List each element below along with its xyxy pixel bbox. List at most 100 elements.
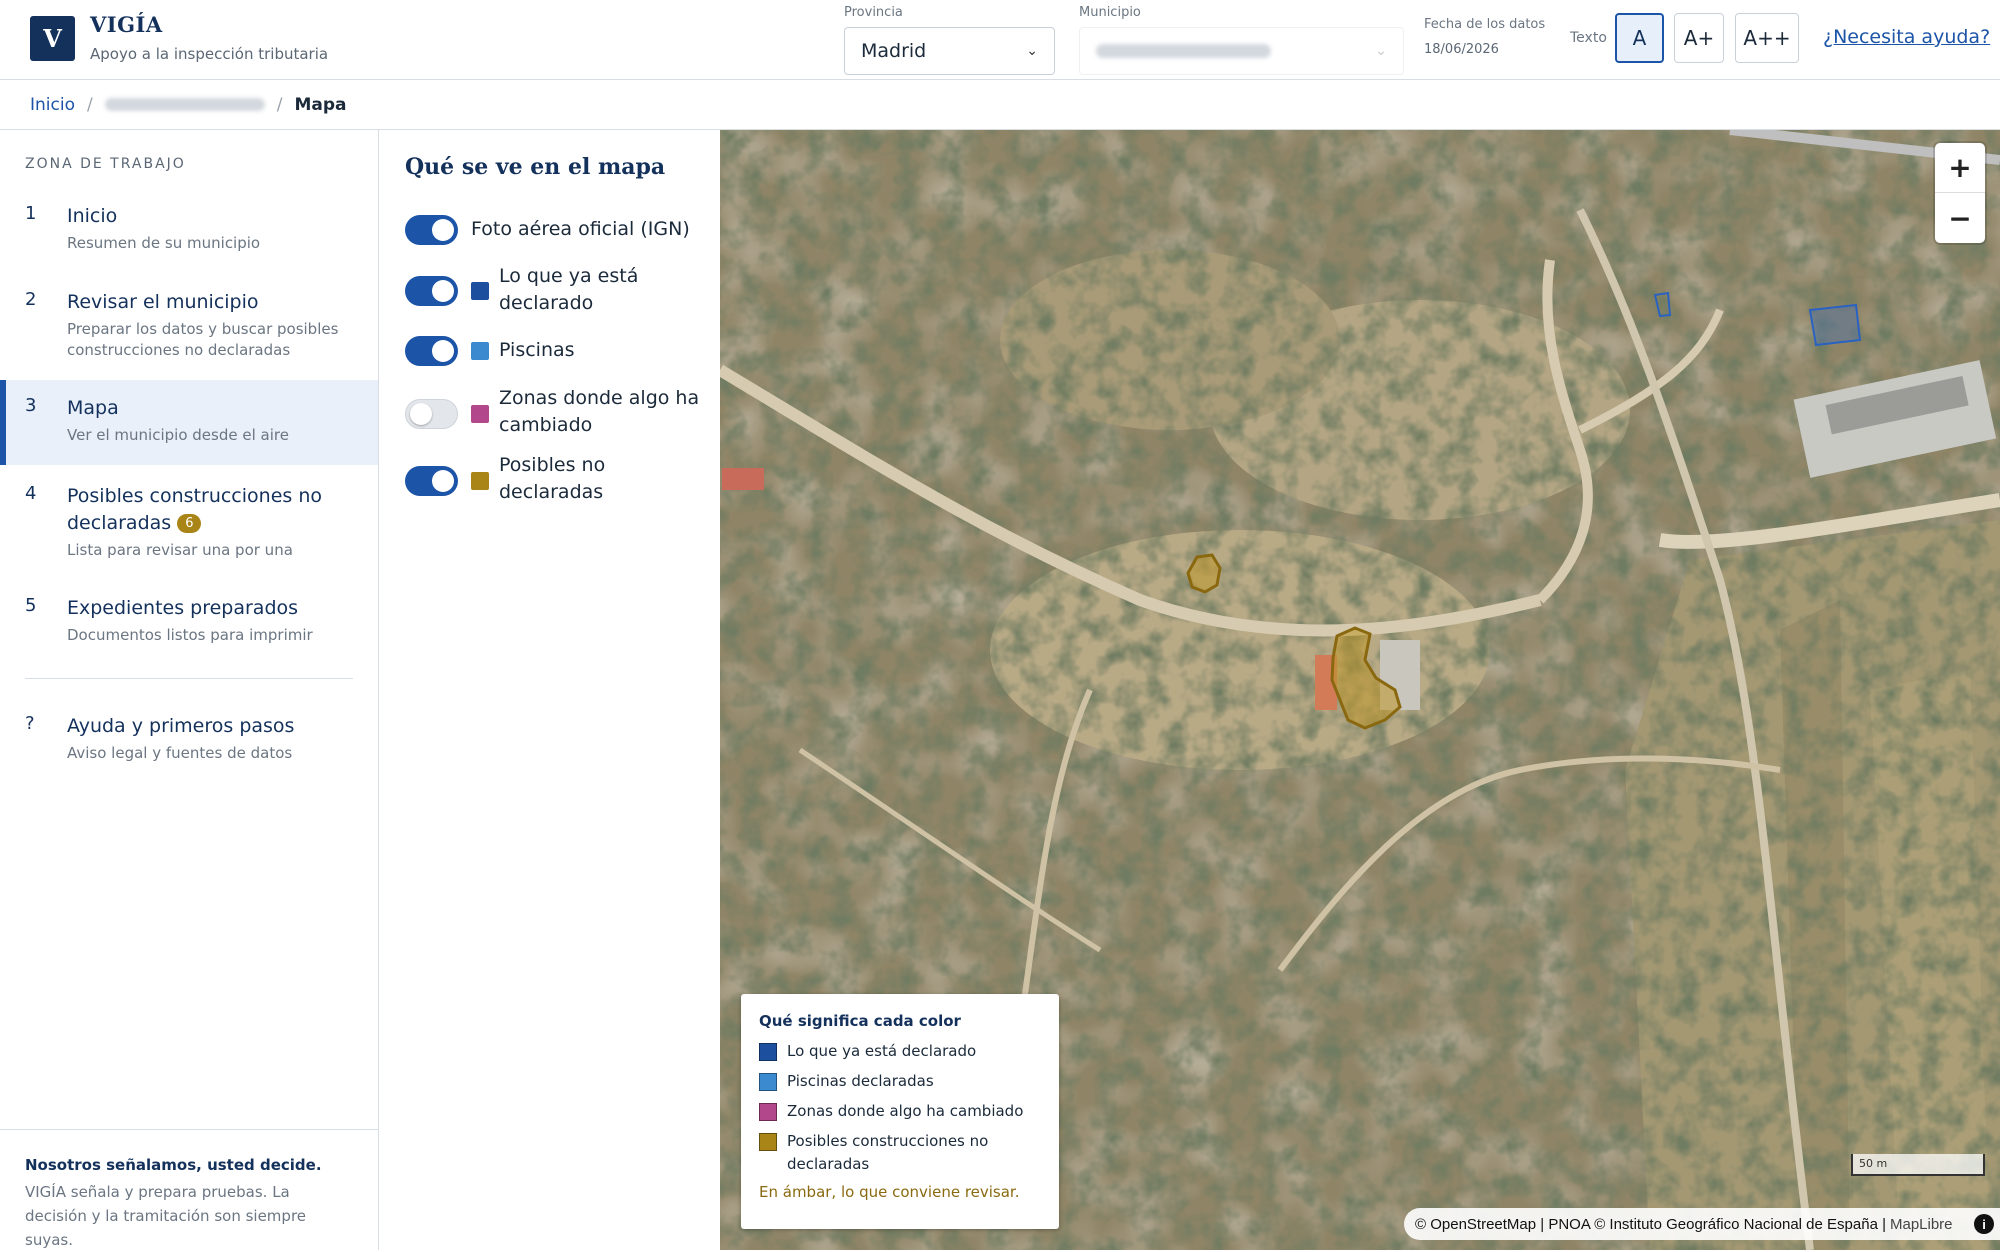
color-swatch (759, 1073, 777, 1091)
help-icon: ? (25, 713, 35, 734)
step-number: 2 (25, 289, 37, 310)
breadcrumb: Inicio / / Mapa (0, 80, 2000, 130)
breadcrumb-separator: / (86, 94, 93, 115)
map-view[interactable]: + − Qué significa cada color Lo que ya e… (720, 130, 2000, 1250)
help-link[interactable]: ¿Necesita ayuda? (1823, 26, 1990, 48)
step-number: 5 (25, 595, 37, 616)
legend-item: Zonas donde algo ha cambiado (759, 1100, 1041, 1123)
zoom-in-button[interactable]: + (1935, 143, 1985, 193)
map-legend: Qué significa cada color Lo que ya está … (741, 994, 1059, 1229)
color-swatch (471, 472, 489, 490)
sidebar-item-ayuda[interactable]: ? Ayuda y primeros pasos Aviso legal y f… (0, 713, 378, 773)
legend-label: Posibles construcciones no declaradas (787, 1132, 989, 1173)
app-logo: V (30, 16, 75, 61)
sidebar-item-desc: Lista para revisar una por una (67, 541, 293, 559)
text-size-large-button[interactable]: A+ (1674, 13, 1724, 63)
legend-item: Piscinas declaradas (759, 1070, 1041, 1093)
chevron-down-icon: ⌄ (1375, 43, 1387, 59)
layer-foto-aerea[interactable]: Foto aérea oficial (IGN) (405, 215, 705, 255)
legend-item: Posibles construcciones no declaradas (759, 1130, 1041, 1176)
text-size-xlarge-button[interactable]: A++ (1735, 13, 1799, 63)
sidebar-item-inicio[interactable]: 1 Inicio Resumen de su municipio (0, 203, 378, 268)
layer-toggle[interactable] (405, 466, 458, 496)
layer-label: Foto aérea oficial (IGN) (471, 218, 690, 240)
color-swatch (759, 1133, 777, 1151)
layer-posibles[interactable]: Posibles no declaradas (405, 452, 705, 508)
count-badge: 6 (177, 514, 202, 533)
layer-cambios[interactable]: Zonas donde algo ha cambiado (405, 385, 705, 441)
app-subtitle: Apoyo a la inspección tributaria (90, 45, 329, 63)
color-swatch (471, 282, 489, 300)
layer-label: Piscinas (499, 339, 575, 361)
layer-toggle[interactable] (405, 399, 458, 429)
provincia-value: Madrid (861, 40, 927, 62)
chevron-down-icon: ⌄ (1026, 43, 1038, 59)
sidebar-item-mapa[interactable]: 3 Mapa Ver el municipio desde el aire (0, 380, 378, 465)
provincia-label: Provincia (844, 5, 903, 20)
layer-toggle[interactable] (405, 336, 458, 366)
data-date-label: Fecha de los datos (1424, 17, 1546, 32)
legend-label: Lo que ya está declarado (787, 1042, 977, 1060)
legend-note: En ámbar, lo que conviene revisar. (759, 1183, 1020, 1201)
text-size-normal-button[interactable]: A (1615, 13, 1664, 63)
step-number: 3 (25, 395, 37, 416)
sidebar-item-title: Revisar el municipio (67, 291, 259, 313)
sidebar-item-title: Inicio (67, 205, 118, 227)
step-number: 4 (25, 483, 37, 504)
sidebar-item-title: Posibles construcciones no declaradas 6 (67, 483, 337, 537)
layer-label: Zonas donde algo ha cambiado (499, 387, 700, 436)
footer-title: Nosotros señalamos, usted decide. (25, 1156, 322, 1174)
municipio-select[interactable]: ⌄ (1079, 27, 1404, 75)
scale-bar: 50 m (1851, 1154, 1985, 1176)
sidebar-item-desc: Ver el municipio desde el aire (67, 426, 289, 444)
legend-label: Zonas donde algo ha cambiado (787, 1102, 1024, 1120)
layers-panel: Qué se ve en el mapa Foto aérea oficial … (380, 130, 720, 1250)
sidebar-item-desc: Documentos listos para imprimir (67, 626, 313, 644)
breadcrumb-home[interactable]: Inicio (30, 95, 75, 115)
step-number: 1 (25, 203, 37, 224)
breadcrumb-municipio-redacted[interactable] (104, 98, 265, 111)
text-size-label: Texto (1570, 30, 1607, 46)
layer-label: Posibles no declaradas (499, 454, 606, 503)
zoom-control: + − (1935, 143, 1985, 243)
sidebar-section-title: ZONA DE TRABAJO (25, 156, 186, 172)
maplibre-link[interactable]: MapLibre (1890, 1216, 1953, 1233)
info-icon[interactable]: i (1974, 1214, 1994, 1234)
layer-label: Lo que ya está declarado (499, 265, 639, 314)
attribution-text: © OpenStreetMap | PNOA © Instituto Geogr… (1415, 1215, 1886, 1233)
provincia-select[interactable]: Madrid ⌄ (844, 27, 1055, 75)
zoom-out-button[interactable]: − (1935, 193, 1985, 243)
legend-item: Lo que ya está declarado (759, 1040, 1041, 1063)
sidebar-item-title: Ayuda y primeros pasos (67, 715, 295, 737)
map-attribution: © OpenStreetMap | PNOA © Instituto Geogr… (1404, 1208, 2000, 1240)
municipio-value-redacted (1096, 44, 1271, 58)
footer-text: VIGÍA señala y prepara pruebas. La decis… (25, 1183, 307, 1249)
layer-piscinas[interactable]: Piscinas (405, 336, 705, 376)
color-swatch (471, 405, 489, 423)
app-header: V VIGÍA Apoyo a la inspección tributaria… (0, 0, 2000, 80)
municipio-label: Municipio (1079, 5, 1141, 20)
sidebar-item-title: Expedientes preparados (67, 597, 299, 619)
app-title: VIGÍA (90, 12, 163, 37)
legend-title: Qué significa cada color (759, 1012, 961, 1030)
color-swatch (759, 1043, 777, 1061)
sidebar-footer: Nosotros señalamos, usted decide. VIGÍA … (0, 1129, 379, 1249)
sidebar: ZONA DE TRABAJO 1 Inicio Resumen de su m… (0, 130, 379, 1250)
data-date-value: 18/06/2026 (1424, 42, 1499, 57)
sidebar-item-posibles[interactable]: 4 Posibles construcciones no declaradas 6… (0, 483, 378, 563)
color-swatch (759, 1103, 777, 1121)
sidebar-item-expedientes[interactable]: 5 Expedientes preparados Documentos list… (0, 595, 378, 655)
sidebar-item-title: Mapa (67, 397, 119, 419)
legend-label: Piscinas declaradas (787, 1072, 934, 1090)
layer-toggle[interactable] (405, 215, 458, 245)
breadcrumb-current: Mapa (294, 94, 347, 115)
layer-toggle[interactable] (405, 276, 458, 306)
layer-declarado[interactable]: Lo que ya está declarado (405, 263, 705, 319)
sidebar-item-desc: Preparar los datos y buscar posibles con… (67, 320, 339, 359)
sidebar-item-desc: Resumen de su municipio (67, 234, 261, 252)
sidebar-divider (25, 678, 353, 679)
breadcrumb-separator: / (276, 94, 283, 115)
sidebar-item-revisar[interactable]: 2 Revisar el municipio Preparar los dato… (0, 289, 378, 369)
color-swatch (471, 342, 489, 360)
sidebar-item-desc: Aviso legal y fuentes de datos (67, 744, 293, 762)
